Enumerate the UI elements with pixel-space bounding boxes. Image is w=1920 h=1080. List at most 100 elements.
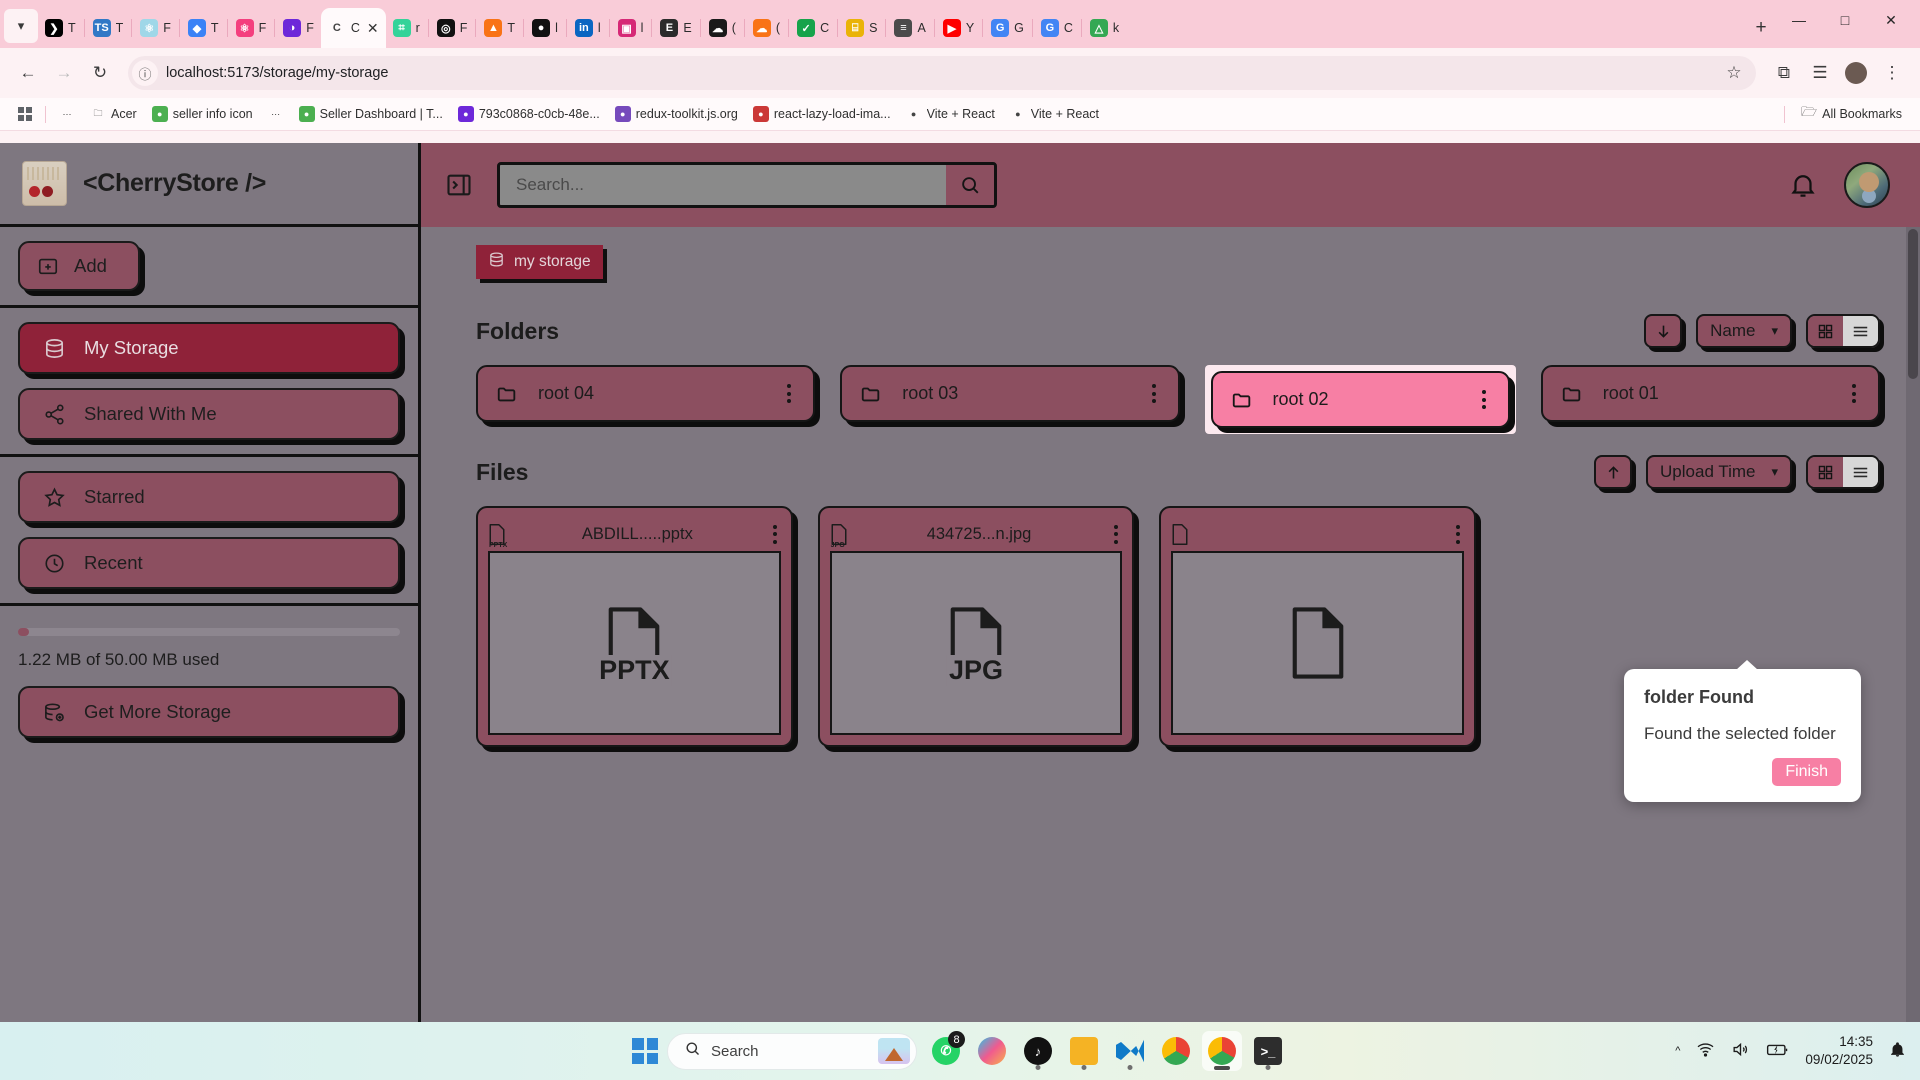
browser-tab[interactable]: ☁( — [746, 8, 787, 48]
minimize-button[interactable]: — — [1776, 0, 1822, 40]
browser-tab[interactable]: ▶ Y — [936, 8, 981, 48]
wifi-icon[interactable] — [1696, 1040, 1715, 1062]
sidebar-item-starred[interactable]: Starred — [18, 471, 400, 523]
browser-tab[interactable]: GG — [984, 8, 1031, 48]
bookmark-item[interactable]: ⋯ — [262, 103, 290, 125]
bookmark-item[interactable]: ● react-lazy-load-ima... — [747, 103, 897, 125]
reload-icon[interactable]: ↻ — [84, 57, 116, 89]
scrollbar-thumb[interactable] — [1908, 229, 1918, 379]
content-scrollbar[interactable] — [1906, 227, 1920, 1022]
browser-tab[interactable]: in l — [568, 8, 608, 48]
browser-tab[interactable]: ☁( — [702, 8, 743, 48]
bookmark-item[interactable]: ● 793c0868-c0cb-48e... — [452, 103, 606, 125]
folder-card[interactable]: root 03 — [840, 365, 1180, 422]
get-more-storage-button[interactable]: Get More Storage — [18, 686, 400, 738]
notification-bell-icon[interactable] — [1889, 1041, 1906, 1061]
whatsapp-icon[interactable]: ✆ 8 — [926, 1031, 966, 1071]
terminal-icon[interactable]: >_ — [1248, 1031, 1288, 1071]
file-menu-icon[interactable] — [769, 521, 781, 548]
bookmark-item[interactable]: ● Vite + React — [1004, 103, 1105, 125]
sidebar-item-shared-with-me[interactable]: Shared With Me — [18, 388, 400, 440]
folder-menu-icon[interactable] — [1478, 386, 1490, 413]
folders-sort-direction-button[interactable] — [1644, 314, 1683, 348]
browser-tab[interactable]: ⌸ S — [839, 8, 884, 48]
browser-tab[interactable]: ◑ F — [276, 8, 321, 48]
finish-button[interactable]: Finish — [1772, 758, 1841, 786]
copilot-icon[interactable] — [972, 1031, 1012, 1071]
list-view-icon[interactable] — [1843, 457, 1878, 487]
site-info-icon[interactable]: ⓘ — [132, 60, 158, 86]
chrome-active-icon[interactable] — [1202, 1031, 1242, 1071]
bell-icon[interactable] — [1788, 170, 1818, 200]
panel-toggle-icon[interactable] — [421, 143, 497, 227]
files-sort-by-select[interactable]: Upload Time ▾ — [1646, 455, 1792, 489]
files-sort-direction-button[interactable] — [1594, 455, 1633, 489]
search-input[interactable] — [500, 165, 946, 205]
battery-icon[interactable] — [1766, 1040, 1789, 1062]
clock[interactable]: 14:35 09/02/2025 — [1805, 1033, 1873, 1069]
tab-search-button[interactable]: ▾ — [4, 9, 38, 43]
browser-menu-icon[interactable]: ⋮ — [1876, 57, 1908, 89]
file-menu-icon[interactable] — [1110, 521, 1122, 548]
search-button[interactable] — [946, 165, 994, 205]
add-button[interactable]: Add — [18, 241, 140, 291]
maximize-button[interactable]: □ — [1822, 0, 1868, 40]
folder-card[interactable]: root 04 — [476, 365, 816, 422]
sidebar-item-my-storage[interactable]: My Storage — [18, 322, 400, 374]
breadcrumb-item-my-storage[interactable]: my storage — [476, 245, 603, 279]
folder-menu-icon[interactable] — [783, 380, 795, 407]
browser-tab[interactable]: ◎ F — [430, 8, 475, 48]
bookmark-item[interactable]: ● Seller Dashboard | T... — [293, 103, 449, 125]
folder-menu-icon[interactable] — [1848, 380, 1860, 407]
sidebar-item-recent[interactable]: Recent — [18, 537, 400, 589]
browser-tab[interactable]: ⌗ r — [386, 8, 427, 48]
folder-card-selected[interactable]: root 02 — [1210, 371, 1510, 428]
new-tab-button[interactable]: + — [1746, 13, 1776, 43]
chrome-icon[interactable] — [1156, 1031, 1196, 1071]
browser-tab-active[interactable]: C C ✕ — [320, 8, 386, 48]
browser-tab[interactable]: TS T — [86, 8, 131, 48]
windows-logo-icon[interactable] — [632, 1038, 658, 1064]
grid-view-icon[interactable] — [1808, 457, 1843, 487]
extensions-icon[interactable]: ⧉ — [1768, 57, 1800, 89]
close-button[interactable]: ✕ — [1868, 0, 1914, 40]
apps-grid-icon[interactable] — [12, 104, 38, 124]
taskbar-search[interactable]: Search — [667, 1032, 917, 1070]
file-card[interactable]: PPTX ABDILL.....pptx PPTX — [476, 506, 793, 747]
browser-tab[interactable]: ◆ T — [181, 8, 226, 48]
browser-tab[interactable]: ▲ T — [477, 8, 522, 48]
all-bookmarks-button[interactable]: 🗁 All Bookmarks — [1795, 103, 1908, 125]
browser-tab[interactable]: ≡ A — [887, 8, 932, 48]
folders-sort-by-select[interactable]: Name ▾ — [1696, 314, 1792, 348]
url-text[interactable]: localhost:5173/storage/my-storage — [158, 65, 1718, 81]
browser-tab[interactable]: EE — [653, 8, 698, 48]
tiktok-icon[interactable]: ♪ — [1018, 1031, 1058, 1071]
avatar[interactable] — [1844, 162, 1890, 208]
browser-tab[interactable]: ⚛ F — [229, 8, 274, 48]
browser-tab[interactable]: ⚛ F — [133, 8, 178, 48]
tray-expand-icon[interactable]: ^ — [1675, 1045, 1680, 1057]
file-menu-icon[interactable] — [1452, 521, 1464, 548]
vscode-icon[interactable] — [1110, 1031, 1150, 1071]
list-view-icon[interactable] — [1843, 316, 1878, 346]
browser-tab[interactable]: ❯ T — [38, 8, 83, 48]
file-card[interactable]: JPG 434725...n.jpg JPG — [817, 506, 1135, 747]
forward-icon[interactable]: → — [48, 57, 80, 89]
bookmark-item[interactable]: ● Vite + React — [900, 103, 1001, 125]
back-icon[interactable]: ← — [12, 57, 44, 89]
downloads-icon[interactable]: ☰ — [1804, 57, 1836, 89]
volume-icon[interactable] — [1731, 1040, 1750, 1062]
bookmark-item[interactable]: 🗀 Acer — [84, 103, 143, 125]
folder-card[interactable]: root 01 — [1540, 365, 1880, 422]
files-view-toggle[interactable] — [1806, 455, 1880, 489]
file-explorer-icon[interactable] — [1064, 1031, 1104, 1071]
bookmark-item[interactable]: ● seller info icon — [146, 103, 259, 125]
browser-tab[interactable]: ✓ C — [790, 8, 836, 48]
browser-tab[interactable]: ● l — [525, 8, 565, 48]
bookmark-star-icon[interactable]: ☆ — [1718, 57, 1750, 89]
browser-tab[interactable]: ▣ l — [611, 8, 651, 48]
browser-tab[interactable]: GC — [1034, 8, 1080, 48]
address-bar[interactable]: ⓘ localhost:5173/storage/my-storage ☆ — [128, 56, 1756, 90]
bookmark-item[interactable]: ⋯ — [53, 103, 81, 125]
file-card[interactable] — [1159, 506, 1477, 747]
